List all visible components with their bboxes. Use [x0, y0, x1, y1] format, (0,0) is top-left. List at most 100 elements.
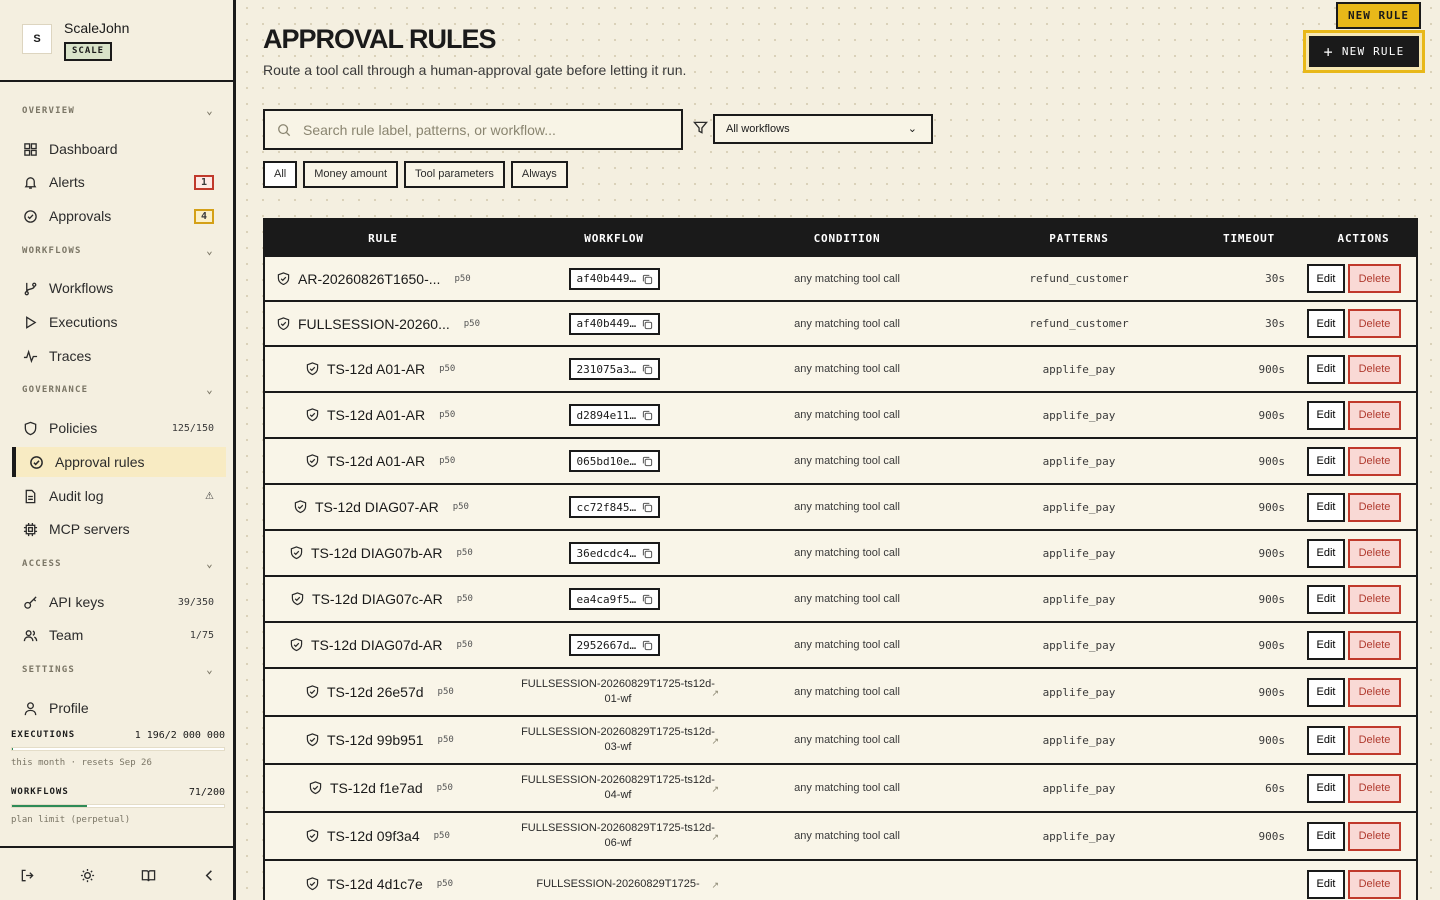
workflow-filter-select[interactable]: All workflows ⌄ [713, 114, 933, 144]
workflow-id-chip[interactable]: af40b449… [568, 312, 660, 335]
copy-icon[interactable] [642, 319, 653, 330]
edit-button[interactable]: Edit [1307, 446, 1345, 476]
table-row[interactable]: TS-12d DIAG07-AR p50 cc72f845… any matching… [265, 485, 1416, 531]
delete-button[interactable]: Delete [1348, 869, 1401, 899]
table-row[interactable]: TS-12d 4d1c7e p50 FULLSESSION-20260829T172… [265, 861, 1416, 900]
theme-sun-icon[interactable] [78, 866, 96, 884]
delete-button[interactable]: Delete [1348, 773, 1401, 803]
table-row[interactable]: TS-12d A01-AR p50 065bd10e… any matching to… [265, 439, 1416, 485]
table-row[interactable]: TS-12d A01-AR p50 d2894e11… any matching to… [265, 393, 1416, 439]
delete-button[interactable]: Delete [1348, 725, 1401, 755]
rule-label[interactable]: TS-12d 26e57d [327, 684, 424, 700]
rule-label[interactable]: TS-12d DIAG07d-AR [311, 637, 443, 653]
rule-label[interactable]: FULLSESSION-20260... [298, 316, 450, 332]
docs-book-icon[interactable] [139, 866, 157, 884]
rule-label[interactable]: AR-20260826T1650-... [298, 271, 440, 287]
copy-icon[interactable] [642, 274, 653, 285]
delete-button[interactable]: Delete [1348, 492, 1401, 522]
rule-label[interactable]: TS-12d A01-AR [327, 453, 425, 469]
section-workflows[interactable]: WORKFLOWS ⌄ [22, 244, 214, 260]
delete-button[interactable]: Delete [1348, 821, 1401, 851]
workflow-id-chip[interactable]: af40b449… [568, 267, 660, 290]
sidebar-item-executions[interactable]: Executions [12, 307, 226, 337]
workflow-id-chip[interactable]: ea4ca9f5… [568, 588, 660, 610]
section-access[interactable]: ACCESS ⌄ [22, 557, 214, 573]
edit-button[interactable]: Edit [1307, 869, 1345, 899]
copy-icon[interactable] [642, 364, 653, 375]
rule-label[interactable]: TS-12d DIAG07b-AR [311, 545, 443, 561]
rule-label[interactable]: TS-12d 4d1c7e [327, 876, 423, 892]
section-settings[interactable]: SETTINGS ⌄ [22, 663, 214, 679]
sidebar-item-traces[interactable]: Traces [12, 341, 226, 371]
edit-button[interactable]: Edit [1307, 354, 1345, 384]
copy-icon[interactable] [642, 548, 653, 559]
rule-label[interactable]: TS-12d A01-AR [327, 361, 425, 377]
copy-icon[interactable] [642, 410, 653, 421]
workflow-id-chip[interactable]: cc72f845… [568, 496, 660, 518]
column-header-rule[interactable]: RULE [265, 220, 501, 257]
table-row[interactable]: TS-12d 26e57d p50 FULLSESSION-20260829T172… [265, 669, 1416, 717]
rule-label[interactable]: TS-12d 99b951 [327, 732, 424, 748]
copy-icon[interactable] [642, 640, 653, 651]
rule-label[interactable]: TS-12d DIAG07-AR [315, 499, 439, 515]
table-row[interactable]: TS-12d 09f3a4 p50 FULLSESSION-20260829T172… [265, 813, 1416, 861]
column-header-patterns[interactable]: PATTERNS [967, 220, 1191, 257]
section-overview[interactable]: OVERVIEW ⌄ [22, 104, 214, 120]
filter-chip-money-amount[interactable]: Money amount [303, 161, 398, 188]
sidebar-item-profile[interactable]: Profile [12, 693, 226, 723]
delete-button[interactable]: Delete [1348, 584, 1401, 614]
table-row[interactable]: TS-12d A01-AR p50 231075a3… any matching to… [265, 347, 1416, 393]
table-row[interactable]: FULLSESSION-20260... p50 af40b449… any matc… [265, 302, 1416, 347]
workflow-name-link[interactable]: FULLSESSION-20260829T1725- [518, 877, 718, 892]
copy-icon[interactable] [642, 456, 653, 467]
edit-button[interactable]: Edit [1307, 821, 1345, 851]
search-box[interactable] [263, 109, 683, 150]
rule-label[interactable]: TS-12d A01-AR [327, 407, 425, 423]
new-rule-button[interactable]: + NEW RULE [1309, 36, 1419, 67]
sidebar-item-approval-rules[interactable]: Approval rules [12, 447, 226, 477]
rule-label[interactable]: TS-12d f1e7ad [330, 780, 423, 796]
copy-icon[interactable] [642, 502, 653, 513]
sidebar-item-audit-log[interactable]: Audit log ⚠ [12, 481, 226, 511]
sidebar-item-approvals[interactable]: Approvals 4 [12, 201, 226, 231]
search-input[interactable] [303, 121, 663, 138]
edit-button[interactable]: Edit [1307, 400, 1345, 430]
sidebar-item-dashboard[interactable]: Dashboard [12, 134, 226, 164]
table-row[interactable]: AR-20260826T1650-... p50 af40b449… any matc… [265, 257, 1416, 302]
workflow-name-link[interactable]: FULLSESSION-20260829T1725-ts12d-03-wf [518, 725, 718, 755]
filter-chip-tool-parameters[interactable]: Tool parameters [404, 161, 505, 188]
table-row[interactable]: TS-12d DIAG07b-AR p50 36edcdc4… any matchin… [265, 531, 1416, 577]
edit-button[interactable]: Edit [1307, 492, 1345, 522]
delete-button[interactable]: Delete [1348, 264, 1401, 293]
edit-button[interactable]: Edit [1307, 677, 1345, 707]
filter-chip-always[interactable]: Always [510, 161, 568, 188]
logout-icon[interactable] [18, 866, 36, 884]
edit-button[interactable]: Edit [1307, 725, 1345, 755]
table-row[interactable]: TS-12d f1e7ad p50 FULLSESSION-20260829T172… [265, 765, 1416, 813]
delete-button[interactable]: Delete [1348, 630, 1401, 660]
delete-button[interactable]: Delete [1348, 354, 1401, 384]
table-row[interactable]: TS-12d DIAG07c-AR p50 ea4ca9f5… any matchin… [265, 577, 1416, 623]
external-link-icon[interactable]: ↗ [711, 832, 719, 843]
sidebar-item-team[interactable]: Team 1/75 [12, 620, 226, 650]
workflow-id-chip[interactable]: 36edcdc4… [568, 542, 660, 564]
edit-button[interactable]: Edit [1307, 264, 1345, 293]
workspace-switcher[interactable]: S ScaleJohn SCALE [0, 0, 236, 82]
column-header-workflow[interactable]: WORKFLOW [501, 220, 727, 257]
delete-button[interactable]: Delete [1348, 538, 1401, 568]
external-link-icon[interactable]: ↗ [711, 784, 719, 795]
table-row[interactable]: TS-12d DIAG07d-AR p50 2952667d… any matchin… [265, 623, 1416, 669]
sidebar-item-workflows[interactable]: Workflows [12, 273, 226, 303]
sidebar-item-mcp-servers[interactable]: MCP servers [12, 514, 226, 544]
filter-chip-all[interactable]: All [263, 161, 298, 188]
workflow-id-chip[interactable]: d2894e11… [568, 404, 660, 426]
workflow-id-chip[interactable]: 065bd10e… [568, 450, 660, 472]
column-header-condition[interactable]: CONDITION [727, 220, 967, 257]
workflow-id-chip[interactable]: 231075a3… [568, 358, 660, 380]
delete-button[interactable]: Delete [1348, 309, 1401, 338]
external-link-icon[interactable]: ↗ [711, 880, 719, 891]
workflow-name-link[interactable]: FULLSESSION-20260829T1725-ts12d-06-wf [518, 821, 718, 851]
sidebar-item-alerts[interactable]: Alerts 1 [12, 167, 226, 197]
table-row[interactable]: TS-12d 99b951 p50 FULLSESSION-20260829T172… [265, 717, 1416, 765]
external-link-icon[interactable]: ↗ [711, 736, 719, 747]
